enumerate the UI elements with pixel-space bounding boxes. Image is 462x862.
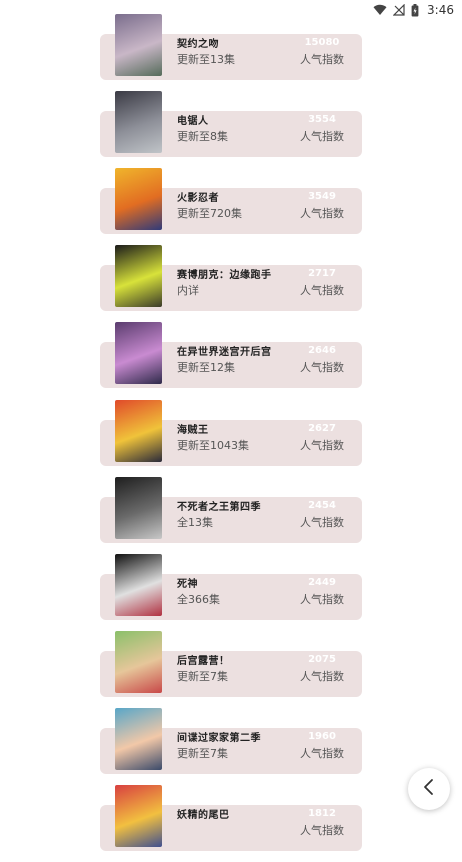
- popularity-label: 人气指数: [300, 746, 344, 760]
- poster-image[interactable]: [115, 14, 162, 76]
- popularity-value: 2454: [308, 499, 336, 511]
- popularity-label: 人气指数: [300, 669, 344, 683]
- update-status: 全366集: [177, 592, 220, 606]
- popularity-value: 15080: [304, 37, 340, 48]
- update-status: 更新至13集: [177, 53, 235, 66]
- popularity-value: 2646: [308, 345, 336, 357]
- anime-list-item[interactable]: 妖精的尾巴 1812 人气指数: [0, 785, 462, 862]
- update-status: 更新至12集: [177, 361, 235, 375]
- popularity-value: 2449: [308, 576, 336, 588]
- popularity-label: 人气指数: [300, 53, 344, 66]
- anime-list-item[interactable]: 在异世界迷宫开后宫 更新至12集 2646 人气指数: [0, 322, 462, 399]
- anime-title: 不死者之王第四季: [177, 501, 261, 513]
- anime-title: 后宫露营！: [177, 655, 230, 667]
- anime-list-item[interactable]: 死神全366集 2449 人气指数: [0, 553, 462, 631]
- anime-title: 契约之吻: [177, 39, 219, 50]
- anime-list-item[interactable]: 间谍过家家第二季 更新至7集 1960 人气指数: [0, 707, 462, 785]
- chevron-left-icon: [422, 778, 436, 800]
- back-button[interactable]: [408, 768, 450, 810]
- popularity-label: 人气指数: [300, 130, 344, 144]
- popularity-value: 3549: [308, 191, 336, 203]
- update-status: 更新至1043集: [177, 438, 249, 452]
- anime-title: 海贼王: [177, 424, 209, 436]
- popularity-label: 人气指数: [300, 824, 344, 837]
- anime-list-item[interactable]: 电锯人更新至8集 3554 人气指数: [0, 91, 462, 168]
- popularity-label: 人气指数: [300, 438, 344, 452]
- popularity-value: 2075: [308, 653, 336, 665]
- popularity-value: 1960: [308, 730, 336, 742]
- update-status: 更新至720集: [177, 207, 242, 221]
- popularity-label: 人气指数: [300, 361, 344, 375]
- poster-image[interactable]: [115, 91, 162, 154]
- anime-list-item[interactable]: 不死者之王第四季 全13集 2454 人气指数: [0, 476, 462, 554]
- anime-title: 死神: [177, 578, 198, 590]
- poster-image[interactable]: [115, 630, 162, 693]
- popularity-label: 人气指数: [300, 284, 344, 298]
- anime-list-item[interactable]: 后宫露营！ 更新至7集 2075 人气指数: [0, 630, 462, 708]
- poster-image[interactable]: [115, 785, 162, 847]
- anime-title: 妖精的尾巴: [177, 810, 230, 821]
- popularity-value: 2717: [308, 268, 336, 280]
- popularity-label: 人气指数: [300, 207, 344, 221]
- anime-list-item[interactable]: 火影忍者更新至720集 3549 人气指数: [0, 168, 462, 245]
- update-status: 更新至7集: [177, 669, 228, 683]
- anime-list-item[interactable]: 赛博朋克：边缘跑手 内详 2717 人气指数: [0, 245, 462, 322]
- anime-list-item[interactable]: 海贼王更新至1043集 2627 人气指数: [0, 399, 462, 477]
- anime-title: 赛博朋克：边缘跑手: [177, 270, 272, 282]
- popularity-label: 人气指数: [300, 592, 344, 606]
- update-status: 内详: [177, 284, 199, 298]
- poster-image[interactable]: [115, 707, 162, 770]
- popularity-label: 人气指数: [300, 515, 344, 529]
- anime-list-item[interactable]: 契约之吻更新至13集 15080 人气指数: [0, 14, 462, 91]
- poster-image[interactable]: [115, 168, 162, 231]
- anime-title: 间谍过家家第二季: [177, 732, 261, 744]
- anime-title: 在异世界迷宫开后宫: [177, 347, 272, 359]
- poster-image[interactable]: [115, 245, 162, 308]
- popularity-value: 1812: [308, 808, 336, 819]
- poster-image[interactable]: [115, 553, 162, 616]
- poster-image[interactable]: [115, 322, 162, 385]
- popularity-value: 2627: [308, 422, 336, 434]
- update-status: 更新至8集: [177, 130, 228, 144]
- anime-title: 电锯人: [177, 116, 209, 128]
- update-status: 更新至7集: [177, 746, 228, 760]
- update-status: 全13集: [177, 515, 213, 529]
- poster-image[interactable]: [115, 476, 162, 539]
- anime-title: 火影忍者: [177, 193, 219, 205]
- poster-image[interactable]: [115, 399, 162, 462]
- popularity-value: 3554: [308, 114, 336, 126]
